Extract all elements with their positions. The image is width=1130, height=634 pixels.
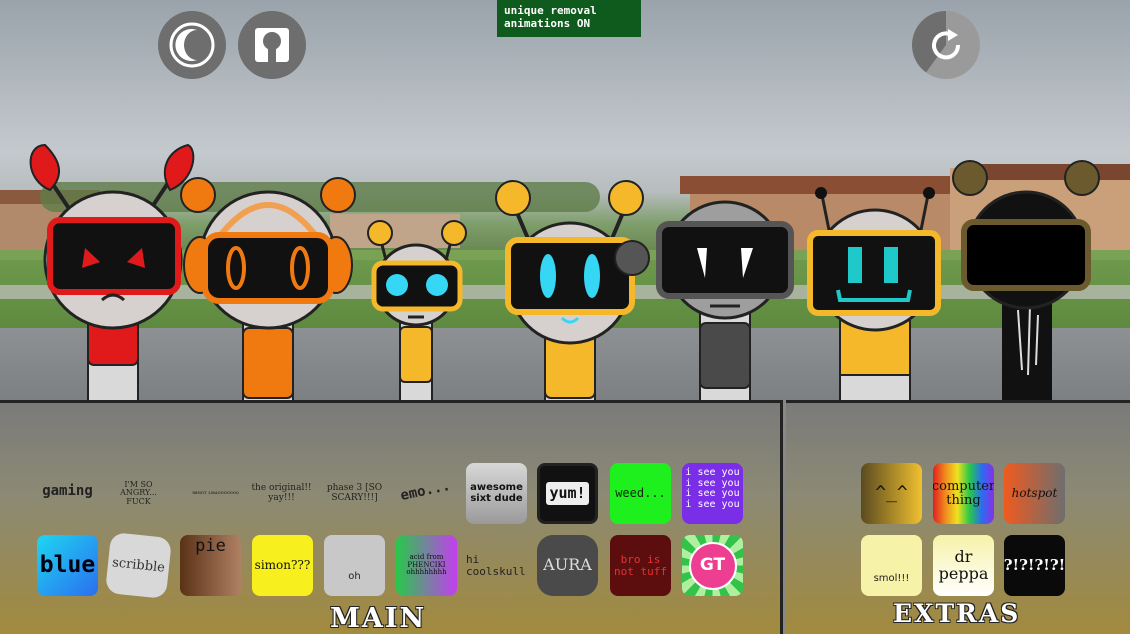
sound-smol[interactable]: smol!!!	[861, 535, 922, 596]
extras-panel: ^_^ computer thing hotspot smol!!! dr pe…	[786, 400, 1130, 634]
sound-label: the original!! yay!!!	[251, 483, 312, 503]
main-panel-title: MAIN	[330, 603, 427, 634]
extras-panel-title: EXTRAS	[893, 599, 1021, 628]
sound-simon[interactable]: simon???	[252, 535, 313, 596]
sound-label: AURA	[543, 555, 592, 575]
sound-bro-is-not-tuff[interactable]: bro is not tuff	[610, 535, 671, 596]
sound-label: emo...	[399, 478, 452, 505]
sound-label: hi coolskull	[466, 552, 526, 578]
character-cyan-eyes[interactable]	[490, 178, 660, 400]
sound-label: blue	[39, 552, 96, 579]
sound-label: ^_^	[875, 482, 908, 504]
animation-notice: unique removal animations ON	[497, 0, 641, 37]
sound-weed[interactable]: weed...	[610, 463, 671, 524]
sound-label: weed...	[615, 486, 666, 501]
moon-icon	[169, 22, 215, 68]
sound-label: dr peppa	[938, 546, 989, 583]
sound-emo[interactable]: emo...	[389, 455, 461, 527]
sound-blue[interactable]: blue	[37, 535, 98, 596]
moon-button[interactable]	[158, 11, 226, 79]
head-button[interactable]	[238, 11, 306, 79]
sound-dr-peppa[interactable]: dr peppa	[933, 535, 994, 596]
character-dark-gray[interactable]	[645, 198, 805, 400]
sound-yum[interactable]: yum!	[537, 463, 598, 524]
sound-label: smol!!!	[873, 572, 910, 584]
sound-the-original[interactable]: the original!! yay!!!	[251, 463, 312, 524]
sound-gaming[interactable]: gaming	[37, 461, 98, 522]
sound-label: acid from PHENCIKI ohhhhhhhh	[406, 553, 447, 577]
sound-computer-thing[interactable]: computer thing	[933, 463, 994, 524]
reset-icon	[932, 29, 961, 60]
sound-label: I'M SO ANGRY... FUCK	[120, 479, 157, 506]
sound-lmao[interactable]: ɪᴍɴᴏᴛ ʟᴍᴀᴏᴏᴏᴏᴏᴏᴏ	[185, 463, 246, 524]
sound-caret-face[interactable]: ^_^	[861, 463, 922, 524]
sound-glitch[interactable]: ?!?!?!?!	[1004, 535, 1065, 596]
sound-label: scribble	[111, 554, 166, 576]
sound-hotspot[interactable]: hotspot	[1004, 463, 1065, 524]
head-icon	[255, 28, 289, 62]
sound-i-see-you[interactable]: i see you i see you i see you i see you	[682, 463, 743, 524]
reset-button[interactable]	[912, 11, 980, 79]
character-red[interactable]	[20, 140, 200, 400]
sound-aura[interactable]: AURA	[537, 535, 598, 596]
sound-label: phase 3 [SO SCARY!!!]	[326, 483, 383, 503]
sound-label: computer thing	[933, 478, 994, 508]
character-teal-face[interactable]	[800, 185, 950, 400]
sound-hi-coolskull[interactable]: hi coolskull	[466, 535, 527, 596]
sound-scribble[interactable]: scribble	[104, 531, 173, 600]
gt-logo: GT	[688, 541, 737, 590]
notice-line-2: animations ON	[504, 17, 591, 30]
character-shadow[interactable]	[950, 160, 1100, 400]
sound-label: pie	[195, 536, 226, 556]
sound-pie[interactable]: pie	[180, 535, 241, 596]
character-small-yellow[interactable]	[360, 215, 472, 400]
sound-phase-3[interactable]: phase 3 [SO SCARY!!!]	[324, 463, 385, 524]
sound-label: ?!?!?!?!	[1004, 555, 1065, 574]
sound-awesome-sixt-dude[interactable]: awesome sixt dude	[466, 463, 527, 524]
sound-label: bro is not tuff	[614, 552, 667, 578]
sound-label: yum!	[546, 481, 589, 506]
main-panel: gaming I'M SO ANGRY... FUCK ɪᴍɴᴏᴛ ʟᴍᴀᴏᴏᴏ…	[0, 400, 783, 634]
sound-label: hotspot	[1011, 486, 1058, 501]
sound-gt[interactable]: GT	[682, 535, 743, 596]
sound-oh[interactable]: oh	[324, 535, 385, 596]
sound-angry[interactable]: I'M SO ANGRY... FUCK	[108, 463, 169, 524]
sound-label: i see you i see you i see you i see you	[685, 467, 740, 510]
sound-label: simon???	[254, 558, 311, 573]
sound-acid[interactable]: acid from PHENCIKI ohhhhhhhh	[396, 535, 457, 596]
sound-label: ɪᴍɴᴏᴛ ʟᴍᴀᴏᴏᴏᴏᴏᴏᴏ	[192, 489, 239, 496]
sound-label: oh	[348, 570, 361, 582]
sound-label: gaming	[42, 483, 93, 500]
sound-label: awesome sixt dude	[470, 482, 523, 504]
notice-line-1: unique removal	[504, 4, 597, 17]
sound-label: GT	[699, 554, 726, 575]
character-orange[interactable]	[180, 170, 360, 400]
